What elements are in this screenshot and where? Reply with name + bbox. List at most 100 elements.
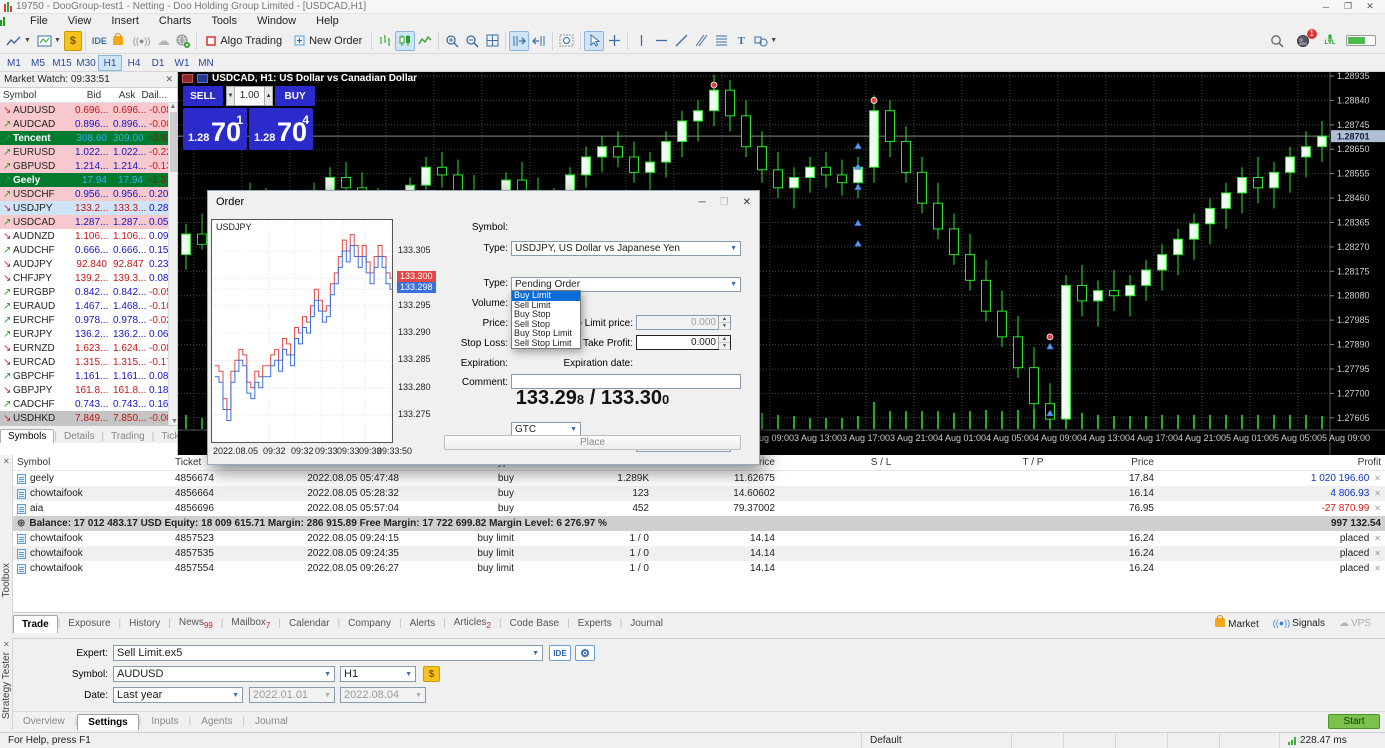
market-watch-row[interactable]: ↗CADCHF0.743...0.743...0.16%: [0, 397, 177, 411]
notifications-icon[interactable]: 1: [1293, 31, 1314, 51]
close-position-icon[interactable]: ✕: [1374, 549, 1381, 558]
market-watch-row[interactable]: ↗GBPUSD1.214...1.214...-0.13%: [0, 159, 177, 173]
col-bid[interactable]: Bid: [68, 90, 104, 101]
objects-icon[interactable]: ▼: [751, 31, 780, 51]
market-watch-icon[interactable]: $: [64, 31, 82, 51]
menu-window[interactable]: Window: [247, 14, 306, 28]
timeframe-mn[interactable]: MN: [194, 55, 218, 71]
tile-windows-icon[interactable]: [482, 31, 502, 51]
timeframe-d1[interactable]: D1: [146, 55, 170, 71]
zoom-in-icon[interactable]: [442, 31, 462, 51]
toolbox-tab-experts[interactable]: Experts: [570, 615, 620, 632]
horizontal-line-icon[interactable]: [651, 31, 671, 51]
trade-row[interactable]: geely48566742022.08.05 05:47:48buy1.289K…: [13, 471, 1385, 486]
timeframe-h1[interactable]: H1: [98, 55, 122, 71]
new-order-button[interactable]: New Order: [288, 31, 368, 51]
date-range-select[interactable]: Last year▼: [113, 687, 243, 703]
tester-close-icon[interactable]: ✕: [3, 640, 10, 649]
market-watch-tab-details[interactable]: Details: [57, 430, 102, 443]
period-select[interactable]: H1▼: [340, 666, 416, 682]
volume-input[interactable]: 1.00: [235, 86, 264, 106]
column-header[interactable]: Profit: [1158, 457, 1385, 468]
symbol-select[interactable]: AUDUSD▼: [113, 666, 335, 682]
signals-icon[interactable]: ((●)): [130, 31, 153, 51]
market-watch-row[interactable]: ↗EURJPY136.2...136.2...0.06%: [0, 327, 177, 341]
timeframe-m15[interactable]: M15: [50, 55, 74, 71]
maximize-button[interactable]: ❐: [1337, 1, 1359, 13]
ide-button[interactable]: IDE: [549, 645, 571, 661]
buy-price-tile[interactable]: 1.28704: [249, 108, 313, 150]
date-to-field[interactable]: 2022.08.04▼: [340, 687, 426, 703]
dialog-maximize-icon[interactable]: ❐: [720, 197, 729, 208]
tester-tab-agents[interactable]: Agents: [191, 714, 242, 729]
market-watch-row[interactable]: ↗USDCHF0.956...0.956...0.20%: [0, 187, 177, 201]
column-header[interactable]: Price: [1083, 457, 1158, 468]
toolbox-tab-exposure[interactable]: Exposure: [60, 615, 118, 632]
candles-icon[interactable]: [395, 31, 415, 51]
toolbox-tab-journal[interactable]: Journal: [622, 615, 671, 632]
market-watch-row[interactable]: ↗Geely17.9417.94-1.92%: [0, 173, 177, 187]
stop-limit-field[interactable]: 0.000▲▼: [636, 315, 731, 330]
menu-tools[interactable]: Tools: [201, 14, 247, 28]
market-watch-row[interactable]: ↘AUDNZD1.106...1.106...0.09%: [0, 229, 177, 243]
community-icon[interactable]: [173, 31, 193, 51]
chart-shift-icon[interactable]: [529, 31, 549, 51]
market-watch-row[interactable]: ↘USDJPY133.2...133.3...0.28%: [0, 201, 177, 215]
market-watch-scrollbar[interactable]: ▲▼: [168, 103, 177, 425]
market-watch-row[interactable]: ↘EURNZD1.623...1.624...-0.08%: [0, 341, 177, 355]
signals-tab[interactable]: ((●))Signals: [1273, 618, 1325, 629]
tester-tab-inputs[interactable]: Inputs: [141, 714, 188, 729]
col-ask[interactable]: Ask: [104, 90, 138, 101]
minimize-button[interactable]: ─: [1315, 1, 1337, 13]
market-watch-row[interactable]: ↗EURAUD1.467...1.468...-0.10%: [0, 299, 177, 313]
menu-view[interactable]: View: [58, 14, 102, 28]
trendline-icon[interactable]: [671, 31, 691, 51]
column-header[interactable]: S / L: [779, 457, 983, 468]
market-watch-tab-trading[interactable]: Trading: [104, 430, 152, 443]
market-watch-row[interactable]: ↗Tencent308.60309.00-0.93%: [0, 131, 177, 145]
volume-down-button[interactable]: ▼: [226, 86, 235, 106]
market-watch-tab-symbols[interactable]: Symbols: [0, 429, 54, 443]
expand-icon[interactable]: ⊕: [17, 518, 25, 529]
market-watch-row[interactable]: ↗GBPCHF1.161...1.161...0.08%: [0, 369, 177, 383]
zoom-out-icon[interactable]: [462, 31, 482, 51]
cursor-icon[interactable]: [584, 31, 604, 51]
market-watch-row[interactable]: ↗EURGBP0.842...0.842...-0.05%: [0, 285, 177, 299]
vertical-line-icon[interactable]: [631, 31, 651, 51]
close-position-icon[interactable]: ✕: [1374, 504, 1381, 513]
symbol-select[interactable]: USDJPY, US Dollar vs Japanese Yen▼: [511, 241, 741, 256]
profile-name[interactable]: Default: [862, 733, 1012, 748]
trade-row[interactable]: chowtaifook48575352022.08.05 09:24:35buy…: [13, 546, 1385, 561]
close-position-icon[interactable]: ✕: [1374, 489, 1381, 498]
column-header[interactable]: Symbol: [13, 457, 171, 468]
market-watch-row[interactable]: ↗AUDCAD0.896...0.896...-0.00%: [0, 117, 177, 131]
dialog-minimize-icon[interactable]: ─: [699, 197, 706, 208]
menu-help[interactable]: Help: [306, 14, 349, 28]
market-tab[interactable]: Market: [1215, 618, 1259, 630]
close-button[interactable]: ✕: [1359, 1, 1381, 13]
new-chart-icon[interactable]: ▼: [3, 31, 34, 51]
toolbox-close-icon[interactable]: ✕: [3, 457, 10, 466]
toolbox-tab-company[interactable]: Company: [340, 615, 399, 632]
market-watch-row[interactable]: ↗EURUSD1.022...1.022...-0.22%: [0, 145, 177, 159]
toolbox-tab-alerts[interactable]: Alerts: [402, 615, 444, 632]
timeframe-h4[interactable]: H4: [122, 55, 146, 71]
fibonacci-icon[interactable]: [711, 31, 731, 51]
screenshot-icon[interactable]: [556, 31, 577, 51]
trade-row[interactable]: chowtaifook48566642022.08.05 05:28:32buy…: [13, 486, 1385, 501]
trade-row[interactable]: chowtaifook48575542022.08.05 09:26:27buy…: [13, 561, 1385, 576]
timeframe-m1[interactable]: M1: [2, 55, 26, 71]
column-header[interactable]: T / P: [983, 457, 1083, 468]
close-position-icon[interactable]: ✕: [1374, 474, 1381, 483]
market-watch-row[interactable]: ↘AUDUSD0.696...0.696...-0.08%: [0, 103, 177, 117]
toolbox-tab-calendar[interactable]: Calendar: [281, 615, 338, 632]
col-symbol[interactable]: Symbol: [0, 90, 68, 101]
bar-chart-icon[interactable]: [375, 31, 395, 51]
toolbox-tab-code-base[interactable]: Code Base: [502, 615, 567, 632]
market-watch-close-icon[interactable]: ✕: [165, 74, 173, 85]
expert-select[interactable]: Sell Limit.ex5▼: [113, 645, 543, 661]
menu-charts[interactable]: Charts: [149, 14, 201, 28]
toolbox-tab-trade[interactable]: Trade: [13, 615, 58, 633]
order-dialog-titlebar[interactable]: Order ─ ❐ ✕: [208, 191, 759, 213]
expert-settings-gear-icon[interactable]: ⚙: [575, 645, 595, 661]
